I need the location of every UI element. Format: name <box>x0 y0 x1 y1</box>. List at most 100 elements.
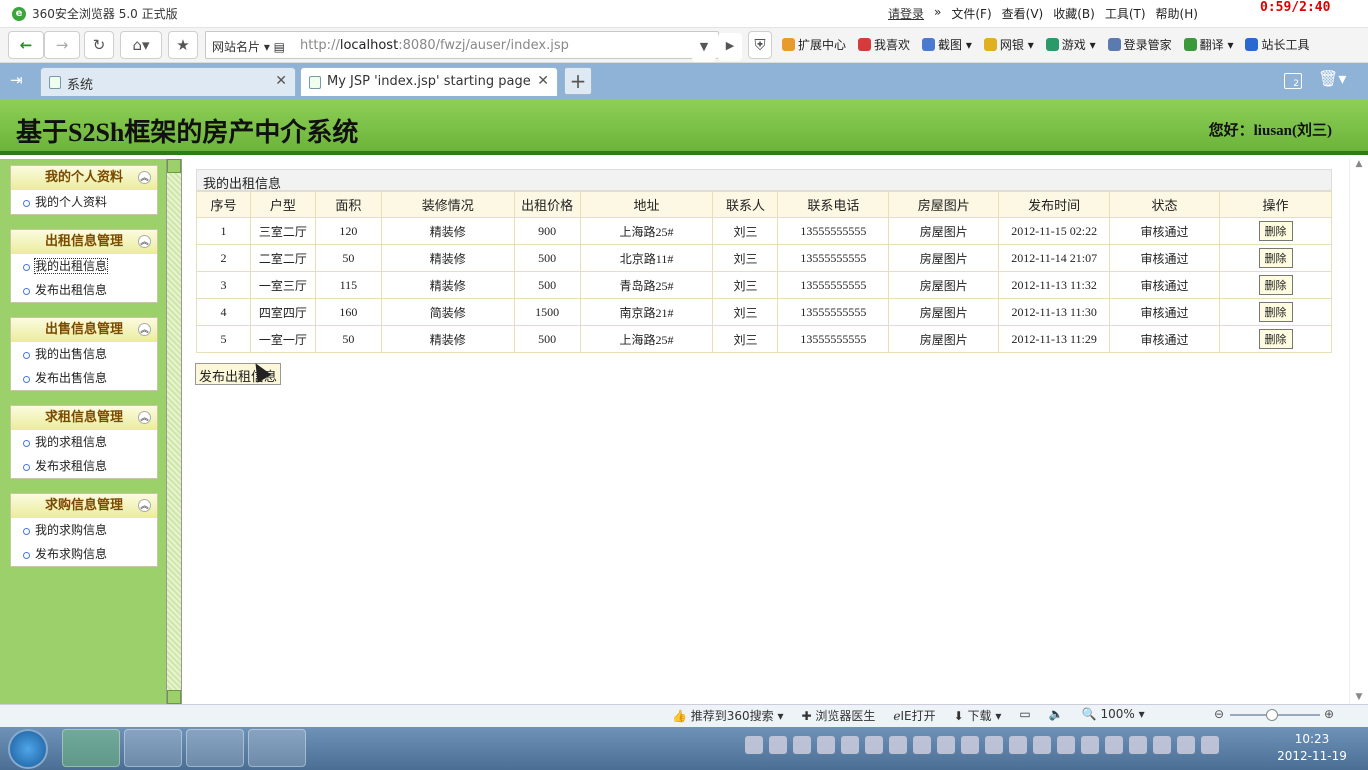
menu-favorites[interactable]: 收藏(B) <box>1053 5 1095 22</box>
home-icon[interactable]: ⌂▾ <box>120 31 162 59</box>
tray-icon[interactable] <box>817 736 835 754</box>
sound-icon[interactable]: 🔈 <box>1049 707 1064 724</box>
tray-icon[interactable] <box>769 736 787 754</box>
sidebar-item-publish-sale[interactable]: 发布出售信息 <box>11 366 157 390</box>
tray-icon[interactable] <box>961 736 979 754</box>
tray-icon[interactable] <box>793 736 811 754</box>
cell-photo-link[interactable]: 房屋图片 <box>888 298 1000 326</box>
menu-file[interactable]: 文件(F) <box>951 5 991 22</box>
sidebar-group-header[interactable]: 求购信息管理 ︽ <box>11 494 157 518</box>
like-button[interactable]: 我喜欢 <box>858 36 910 53</box>
cell-photo-link[interactable]: 房屋图片 <box>888 325 1000 353</box>
collapse-icon[interactable]: ︽ <box>138 499 151 512</box>
zoom-out-icon[interactable]: ⊖ <box>1214 707 1224 721</box>
splitter-bottom-handle[interactable] <box>167 690 181 704</box>
menu-tools[interactable]: 工具(T) <box>1105 5 1146 22</box>
address-bar[interactable]: 网站名片 ▾ ▤ http://localhost:8080/fwzj/ause… <box>205 31 719 59</box>
delete-button[interactable]: 删除 <box>1258 275 1293 295</box>
sidebar-item-my-profile[interactable]: 我的个人资料 <box>11 190 157 214</box>
tray-icon[interactable] <box>913 736 931 754</box>
cell-photo-link[interactable]: 房屋图片 <box>888 271 1000 299</box>
collapse-icon[interactable]: ︽ <box>138 323 151 336</box>
delete-button[interactable]: 删除 <box>1258 302 1293 322</box>
taskbar-clock[interactable]: 10:23 2012-11-19 <box>1262 731 1362 765</box>
tray-icon[interactable] <box>1153 736 1171 754</box>
tray-icon[interactable] <box>1201 736 1219 754</box>
collapse-icon[interactable]: ︽ <box>138 171 151 184</box>
tray-icon[interactable] <box>1033 736 1051 754</box>
start-button[interactable] <box>8 729 48 769</box>
tray-icon[interactable] <box>865 736 883 754</box>
trash-icon[interactable]: 🗑▾ <box>1318 69 1346 88</box>
splitter-top-handle[interactable] <box>167 159 181 173</box>
close-icon[interactable]: ✕ <box>275 73 287 89</box>
webmaster-tools-button[interactable]: 站长工具 <box>1245 36 1310 53</box>
sidebar-group-header[interactable]: 出租信息管理 ︽ <box>11 230 157 254</box>
collapse-icon[interactable]: ︽ <box>138 235 151 248</box>
site-card-dropdown[interactable]: 网站名片 ▾ ▤ <box>212 38 285 55</box>
ebank-button[interactable]: 网银 ▾ <box>983 36 1034 53</box>
tab-index-jsp[interactable]: My JSP 'index.jsp' starting page ✕ <box>300 67 558 96</box>
zoom-knob[interactable] <box>1266 709 1278 721</box>
tray-icon[interactable] <box>1105 736 1123 754</box>
menu-view[interactable]: 查看(V) <box>1002 5 1044 22</box>
sidebar-item-my-want-rent[interactable]: 我的求租信息 <box>11 430 157 454</box>
browser-doctor-button[interactable]: ✚ 浏览器医生 <box>802 707 876 724</box>
sidebar-item-publish-want-buy[interactable]: 发布求购信息 <box>11 542 157 566</box>
taskbar-ie-icon[interactable] <box>124 729 182 767</box>
scroll-up-arrow-icon[interactable]: ▲ <box>1350 159 1368 169</box>
extension-center-button[interactable]: 扩展中心 <box>782 36 846 53</box>
login-manager-button[interactable]: 登录管家 <box>1107 36 1172 53</box>
close-icon[interactable]: ✕ <box>537 73 549 89</box>
tray-icon[interactable] <box>745 736 763 754</box>
tray-icon[interactable] <box>1057 736 1075 754</box>
games-button[interactable]: 游戏 ▾ <box>1045 36 1096 53</box>
url-field[interactable]: http://localhost:8080/fwzj/auser/index.j… <box>300 38 569 53</box>
window-icon[interactable]: ▭ <box>1019 707 1030 724</box>
download-button[interactable]: ⬇ 下载 ▾ <box>954 707 1002 724</box>
delete-button[interactable]: 删除 <box>1258 221 1293 241</box>
recommend-search-button[interactable]: 👍 推荐到360搜索 ▾ <box>672 707 784 724</box>
tab-system[interactable]: 系统 ✕ <box>40 67 296 96</box>
zoom-button[interactable]: 🔍 100% ▾ <box>1082 707 1145 724</box>
tray-icon[interactable] <box>1177 736 1195 754</box>
cell-photo-link[interactable]: 房屋图片 <box>888 244 1000 272</box>
tray-icon[interactable] <box>937 736 955 754</box>
url-history-chevron-icon[interactable]: ▼ <box>692 34 716 62</box>
sidebar-item-publish-want-rent[interactable]: 发布求租信息 <box>11 454 157 478</box>
frame-splitter[interactable] <box>166 159 182 704</box>
login-link[interactable]: 请登录 <box>888 5 924 22</box>
shield-icon[interactable]: ⛨ <box>748 31 772 59</box>
sidebar-item-my-rentals[interactable]: 我的出租信息 <box>11 254 157 278</box>
tray-icon[interactable] <box>841 736 859 754</box>
ie-open-button[interactable]: ℯIE打开 <box>893 707 935 724</box>
tray-icon[interactable] <box>1081 736 1099 754</box>
favorite-star-icon[interactable]: ★ <box>168 31 198 59</box>
cell-photo-link[interactable]: 房屋图片 <box>888 217 1000 245</box>
scroll-down-arrow-icon[interactable]: ▼ <box>1350 692 1368 702</box>
sidebar-item-my-want-buy[interactable]: 我的求购信息 <box>11 518 157 542</box>
delete-button[interactable]: 删除 <box>1258 329 1293 349</box>
zoom-slider[interactable]: ⊖ ⊕ <box>1214 707 1338 722</box>
tab-count-icon[interactable]: 2 <box>1284 73 1302 89</box>
sidebar-item-my-sales[interactable]: 我的出售信息 <box>11 342 157 366</box>
translate-button[interactable]: 翻译 ▾ <box>1183 36 1233 53</box>
delete-button[interactable]: 删除 <box>1258 248 1293 268</box>
tray-icon[interactable] <box>1009 736 1027 754</box>
screenshot-button[interactable]: 截图 ▾ <box>922 36 972 53</box>
new-tab-plus-icon[interactable]: + <box>564 67 592 95</box>
sidebar-item-publish-rental[interactable]: 发布出租信息 <box>11 278 157 302</box>
go-arrow-icon[interactable]: ▶ <box>718 33 742 61</box>
sidebar-group-header[interactable]: 出售信息管理 ︽ <box>11 318 157 342</box>
content-scrollbar[interactable]: ▲ ▼ <box>1349 159 1368 704</box>
taskbar-explorer-icon[interactable] <box>186 729 244 767</box>
menu-help[interactable]: 帮助(H) <box>1156 5 1198 22</box>
back-arrow-icon[interactable]: ← <box>8 31 44 59</box>
sidebar-group-header[interactable]: 我的个人资料 ︽ <box>11 166 157 190</box>
sidebar-group-header[interactable]: 求租信息管理 ︽ <box>11 406 157 430</box>
forward-arrow-icon[interactable]: → <box>44 31 80 59</box>
zoom-in-icon[interactable]: ⊕ <box>1324 707 1334 721</box>
sidebar-toggle-icon[interactable]: ⇥ <box>10 71 23 89</box>
collapse-icon[interactable]: ︽ <box>138 411 151 424</box>
tray-icon[interactable] <box>1129 736 1147 754</box>
